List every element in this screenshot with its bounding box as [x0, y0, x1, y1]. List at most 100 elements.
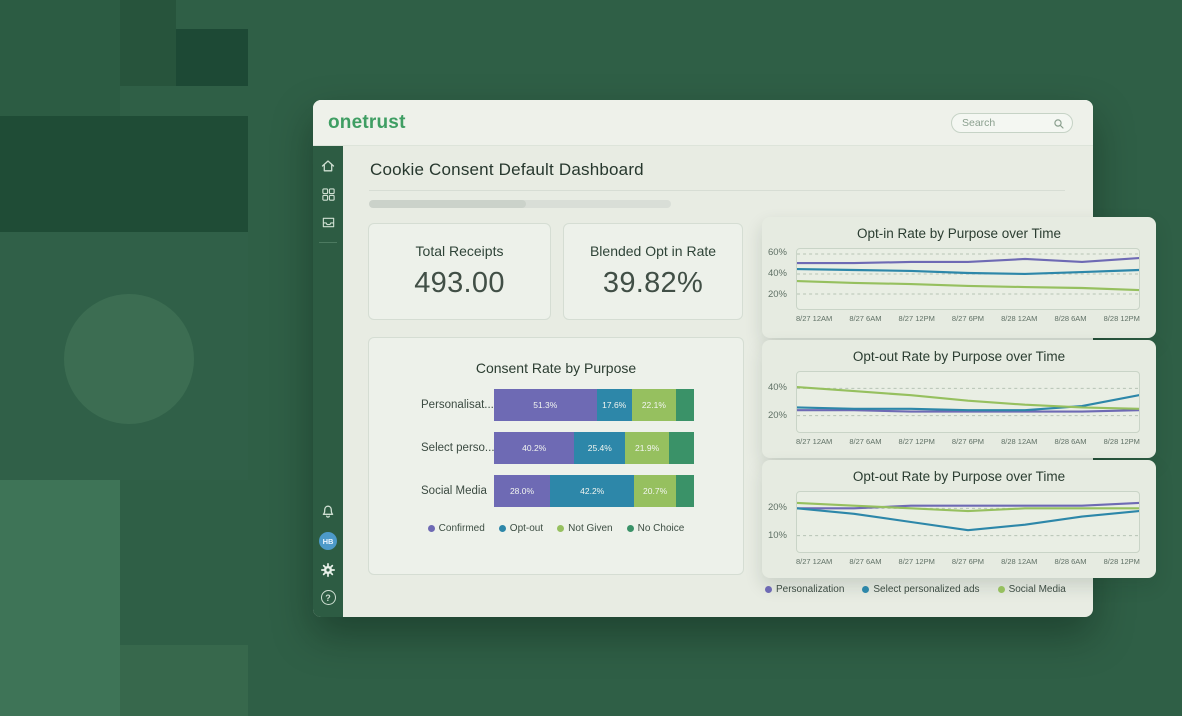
legend-dot — [557, 525, 564, 532]
kpi-value: 493.00 — [414, 267, 505, 300]
bar-track: 40.2%25.4%21.9% — [494, 432, 694, 464]
legend-label: Opt-out — [510, 523, 543, 534]
title-divider — [369, 190, 1065, 191]
chart-title: Opt-out Rate by Purpose over Time — [762, 349, 1156, 364]
legend-dot — [627, 525, 634, 532]
x-tick-label: 8/27 12AM — [796, 437, 832, 446]
search-box[interactable] — [951, 113, 1073, 133]
y-tick-label: 20% — [768, 502, 787, 513]
gear-icon — [320, 562, 336, 578]
legend-item: Personalization — [765, 584, 844, 595]
help-icon[interactable]: ? — [321, 590, 336, 605]
y-tick-label: 10% — [768, 530, 787, 541]
bar-segment[interactable]: 28.0% — [494, 475, 550, 507]
y-tick-label: 40% — [768, 382, 787, 393]
legend-label: No Choice — [638, 523, 685, 534]
onetrust-logo: onetrust — [328, 112, 406, 134]
loading-bar-fill — [369, 200, 526, 208]
bar-segment[interactable] — [676, 475, 694, 507]
bg-circle — [64, 294, 194, 424]
x-tick-label: 8/27 6PM — [952, 557, 984, 566]
x-tick-label: 8/27 6AM — [849, 437, 881, 446]
legend-label: Confirmed — [439, 523, 485, 534]
x-tick-label: 8/27 6PM — [952, 437, 984, 446]
consent-rate-chart-card: Consent Rate by Purpose Personalisat...5… — [368, 337, 744, 575]
bg-square — [176, 29, 248, 86]
kpi-card-total-receipts: Total Receipts 493.00 — [368, 223, 551, 320]
x-tick-label: 8/28 12PM — [1104, 557, 1140, 566]
search-input[interactable] — [962, 117, 1054, 129]
sidebar-item-settings[interactable] — [313, 562, 343, 578]
sidebar-item-dashboards[interactable] — [313, 186, 343, 202]
kpi-value: 39.82% — [603, 267, 703, 300]
legend-dot — [765, 586, 772, 593]
kpi-label: Total Receipts — [416, 243, 504, 259]
x-tick-label: 8/28 12PM — [1104, 314, 1140, 323]
line-chart-plot[interactable] — [796, 248, 1140, 310]
opt-out-rate-chart-card-2: Opt-out Rate by Purpose over Time 10% 20%… — [762, 460, 1156, 578]
bar-row: Select perso...40.2%25.4%21.9% — [369, 432, 743, 464]
x-tick-label: 8/27 6PM — [952, 314, 984, 323]
grid-icon — [321, 187, 336, 202]
bar-row: Social Media28.0%42.2%20.7% — [369, 475, 743, 507]
x-tick-label: 8/28 6AM — [1054, 557, 1086, 566]
bar-category-label: Personalisat... — [421, 399, 494, 411]
bar-segment[interactable]: 21.9% — [625, 432, 669, 464]
x-axis: 8/27 12AM8/27 6AM8/27 12PM8/27 6PM8/28 1… — [796, 557, 1140, 566]
bg-square — [120, 645, 248, 716]
x-axis: 8/27 12AM8/27 6AM8/27 12PM8/27 6PM8/28 1… — [796, 437, 1140, 446]
chart-title: Opt-in Rate by Purpose over Time — [762, 226, 1156, 241]
chart-title: Opt-out Rate by Purpose over Time — [762, 469, 1156, 484]
y-axis: 10% 20% — [762, 491, 792, 553]
avatar[interactable]: HB — [319, 532, 337, 550]
sidebar: HB ? — [313, 146, 343, 617]
bg-square — [120, 0, 176, 86]
inbox-icon — [321, 215, 336, 230]
legend-label: Social Media — [1009, 584, 1066, 595]
bar-segment[interactable]: 25.4% — [574, 432, 625, 464]
line-chart-plot[interactable] — [796, 491, 1140, 553]
desktop-background: onetrust — [0, 0, 1182, 716]
kpi-label: Blended Opt in Rate — [590, 243, 716, 259]
sidebar-item-inbox[interactable] — [313, 214, 343, 230]
x-tick-label: 8/27 6AM — [849, 314, 881, 323]
bar-segment[interactable]: 40.2% — [494, 432, 574, 464]
x-tick-label: 8/27 12PM — [899, 557, 935, 566]
bar-segment[interactable]: 51.3% — [494, 389, 597, 421]
chart-title: Consent Rate by Purpose — [369, 360, 743, 376]
legend-label: Not Given — [568, 523, 612, 534]
stacked-bar-chart: Personalisat...51.3%17.6%22.1% Select per… — [369, 389, 743, 507]
page-title: Cookie Consent Default Dashboard — [370, 160, 644, 180]
dashboard-content: Cookie Consent Default Dashboard Total R… — [343, 146, 1093, 617]
y-axis: 20% 40% — [762, 371, 792, 433]
bell-icon — [320, 504, 336, 520]
bar-segment[interactable]: 20.7% — [634, 475, 675, 507]
legend-item: No Choice — [627, 523, 685, 534]
x-tick-label: 8/27 6AM — [849, 557, 881, 566]
timeseries-legend: PersonalizationSelect personalized adsSo… — [765, 584, 1159, 595]
x-tick-label: 8/28 12AM — [1001, 314, 1037, 323]
legend-item: Not Given — [557, 523, 612, 534]
app-header: onetrust — [313, 100, 1093, 146]
bar-segment[interactable]: 42.2% — [550, 475, 634, 507]
kpi-card-blended-opt-in-rate: Blended Opt in Rate 39.82% — [563, 223, 743, 320]
y-axis: 20%40%60% — [762, 248, 792, 310]
opt-in-rate-chart-card: Opt-in Rate by Purpose over Time 20%40%6… — [762, 217, 1156, 338]
sidebar-divider — [319, 242, 337, 243]
line-chart-plot[interactable] — [796, 371, 1140, 433]
home-icon — [320, 158, 336, 174]
legend-dot — [862, 586, 869, 593]
chart-legend: Confirmed Opt-out Not Given No Choice — [369, 523, 743, 534]
bar-segment[interactable] — [676, 389, 694, 421]
bg-square — [0, 480, 120, 716]
bar-segment[interactable] — [669, 432, 694, 464]
y-tick-label: 40% — [768, 268, 787, 279]
bar-track: 28.0%42.2%20.7% — [494, 475, 694, 507]
bar-segment[interactable]: 17.6% — [597, 389, 632, 421]
bar-category-label: Social Media — [421, 485, 494, 497]
y-tick-label: 20% — [768, 410, 787, 421]
sidebar-item-home[interactable] — [313, 158, 343, 174]
bar-segment[interactable]: 22.1% — [632, 389, 676, 421]
search-icon — [1053, 118, 1065, 130]
sidebar-item-notifications[interactable] — [313, 504, 343, 520]
